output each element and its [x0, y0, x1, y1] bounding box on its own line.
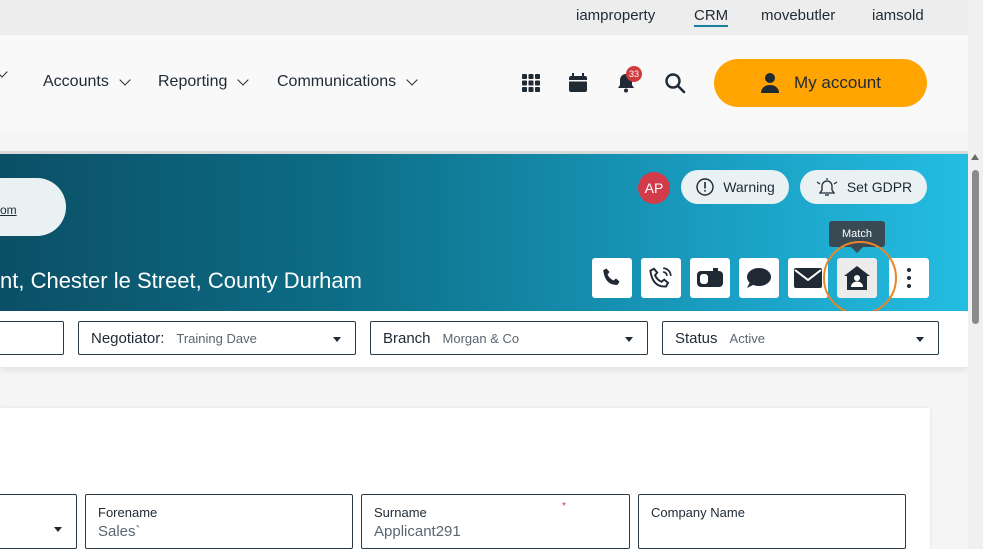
warning-icon [696, 178, 714, 196]
my-account-label: My account [794, 73, 881, 92]
chevron-down-icon [119, 73, 131, 86]
alarm-bell-icon [816, 178, 838, 196]
apps-grid-icon[interactable] [519, 71, 543, 95]
status-select[interactable]: Status Active [662, 321, 939, 355]
title-select[interactable] [0, 494, 77, 549]
brand-link-crm[interactable]: CRM [694, 7, 729, 27]
negotiator-value: Training Dave [176, 330, 257, 346]
contact-address: nt, Chester le Street, County Durham [0, 268, 362, 293]
user-icon [761, 73, 780, 93]
required-asterisk: * [562, 501, 566, 512]
caret-down-icon [333, 337, 341, 342]
negotiator-label: Negotiator: [91, 329, 165, 347]
search-icon[interactable] [663, 71, 687, 95]
nav-item-accounts[interactable]: Accounts [43, 73, 131, 91]
status-value: Active [729, 330, 765, 346]
warning-label: Warning [723, 179, 775, 195]
kebab-menu-icon [907, 268, 911, 288]
filter-row: Negotiator: Training Dave Branch Morgan … [0, 311, 968, 367]
surname-field[interactable]: Surname * Applicant291 [361, 494, 630, 549]
filter-field-partial[interactable] [0, 321, 64, 355]
page-scrollbar[interactable] [968, 0, 983, 549]
phone-ringing-icon [649, 267, 672, 288]
call-button[interactable] [592, 258, 632, 298]
branch-value: Morgan & Co [442, 330, 520, 346]
brand-link-iamsold[interactable]: iamsold [872, 7, 924, 24]
company-name-label: Company Name [651, 505, 745, 520]
set-gdpr-label: Set GDPR [846, 179, 913, 195]
chevron-down-icon [406, 73, 418, 86]
branch-select[interactable]: Branch Morgan & Co [370, 321, 648, 355]
chevron-down-icon [0, 66, 8, 78]
match-highlight-ring [823, 241, 897, 315]
negotiator-select[interactable]: Negotiator: Training Dave [78, 321, 356, 355]
forename-value: Sales` [98, 523, 141, 540]
envelope-icon [794, 268, 822, 288]
surname-value: Applicant291 [374, 523, 461, 540]
mailbox-icon [697, 268, 723, 287]
scroll-up-arrow-icon[interactable] [971, 154, 979, 160]
avatar[interactable]: AP [638, 172, 670, 204]
notification-badge: 33 [626, 66, 642, 82]
chevron-down-icon [237, 73, 250, 86]
contact-form-card: Forename Sales` Surname * Applicant291 C… [0, 408, 930, 549]
brand-strip: iamproperty CRM movebutler iamsold [0, 0, 968, 35]
call-log-button[interactable] [641, 258, 681, 298]
forename-field[interactable]: Forename Sales` [85, 494, 353, 549]
caret-down-icon [54, 527, 62, 532]
status-label: Status [675, 329, 718, 347]
main-nav: Accounts Reporting Communications 33 My … [0, 35, 968, 131]
scrollbar-thumb[interactable] [972, 170, 979, 324]
caret-down-icon [625, 337, 633, 342]
calendar-icon[interactable] [566, 71, 590, 95]
phone-icon [603, 268, 620, 285]
mailbox-button[interactable] [690, 258, 730, 298]
nav-item-communications[interactable]: Communications [277, 73, 418, 91]
nav-item-reporting[interactable]: Reporting [158, 73, 250, 91]
company-name-field[interactable]: Company Name [638, 494, 906, 549]
forename-label: Forename [98, 505, 158, 520]
nav-item-label: Reporting [158, 73, 228, 90]
email-link[interactable]: om [0, 203, 17, 217]
nav-item-label: Accounts [43, 73, 109, 90]
email-button[interactable] [788, 258, 828, 298]
brand-link-movebutler[interactable]: movebutler [761, 7, 835, 24]
brand-link-iamproperty[interactable]: iamproperty [576, 7, 655, 24]
caret-down-icon [916, 337, 924, 342]
set-gdpr-button[interactable]: Set GDPR [800, 170, 927, 204]
my-account-button[interactable]: My account [714, 59, 927, 107]
chat-bubble-icon [747, 268, 771, 288]
warning-button[interactable]: Warning [681, 170, 789, 204]
email-pill[interactable]: om [0, 178, 66, 236]
sms-button[interactable] [739, 258, 779, 298]
nav-item-previous[interactable] [0, 66, 8, 78]
branch-label: Branch [383, 329, 431, 347]
nav-item-label: Communications [277, 73, 397, 90]
contact-header: om nt, Chester le Street, County Durham … [0, 151, 968, 315]
surname-label: Surname [374, 505, 427, 520]
